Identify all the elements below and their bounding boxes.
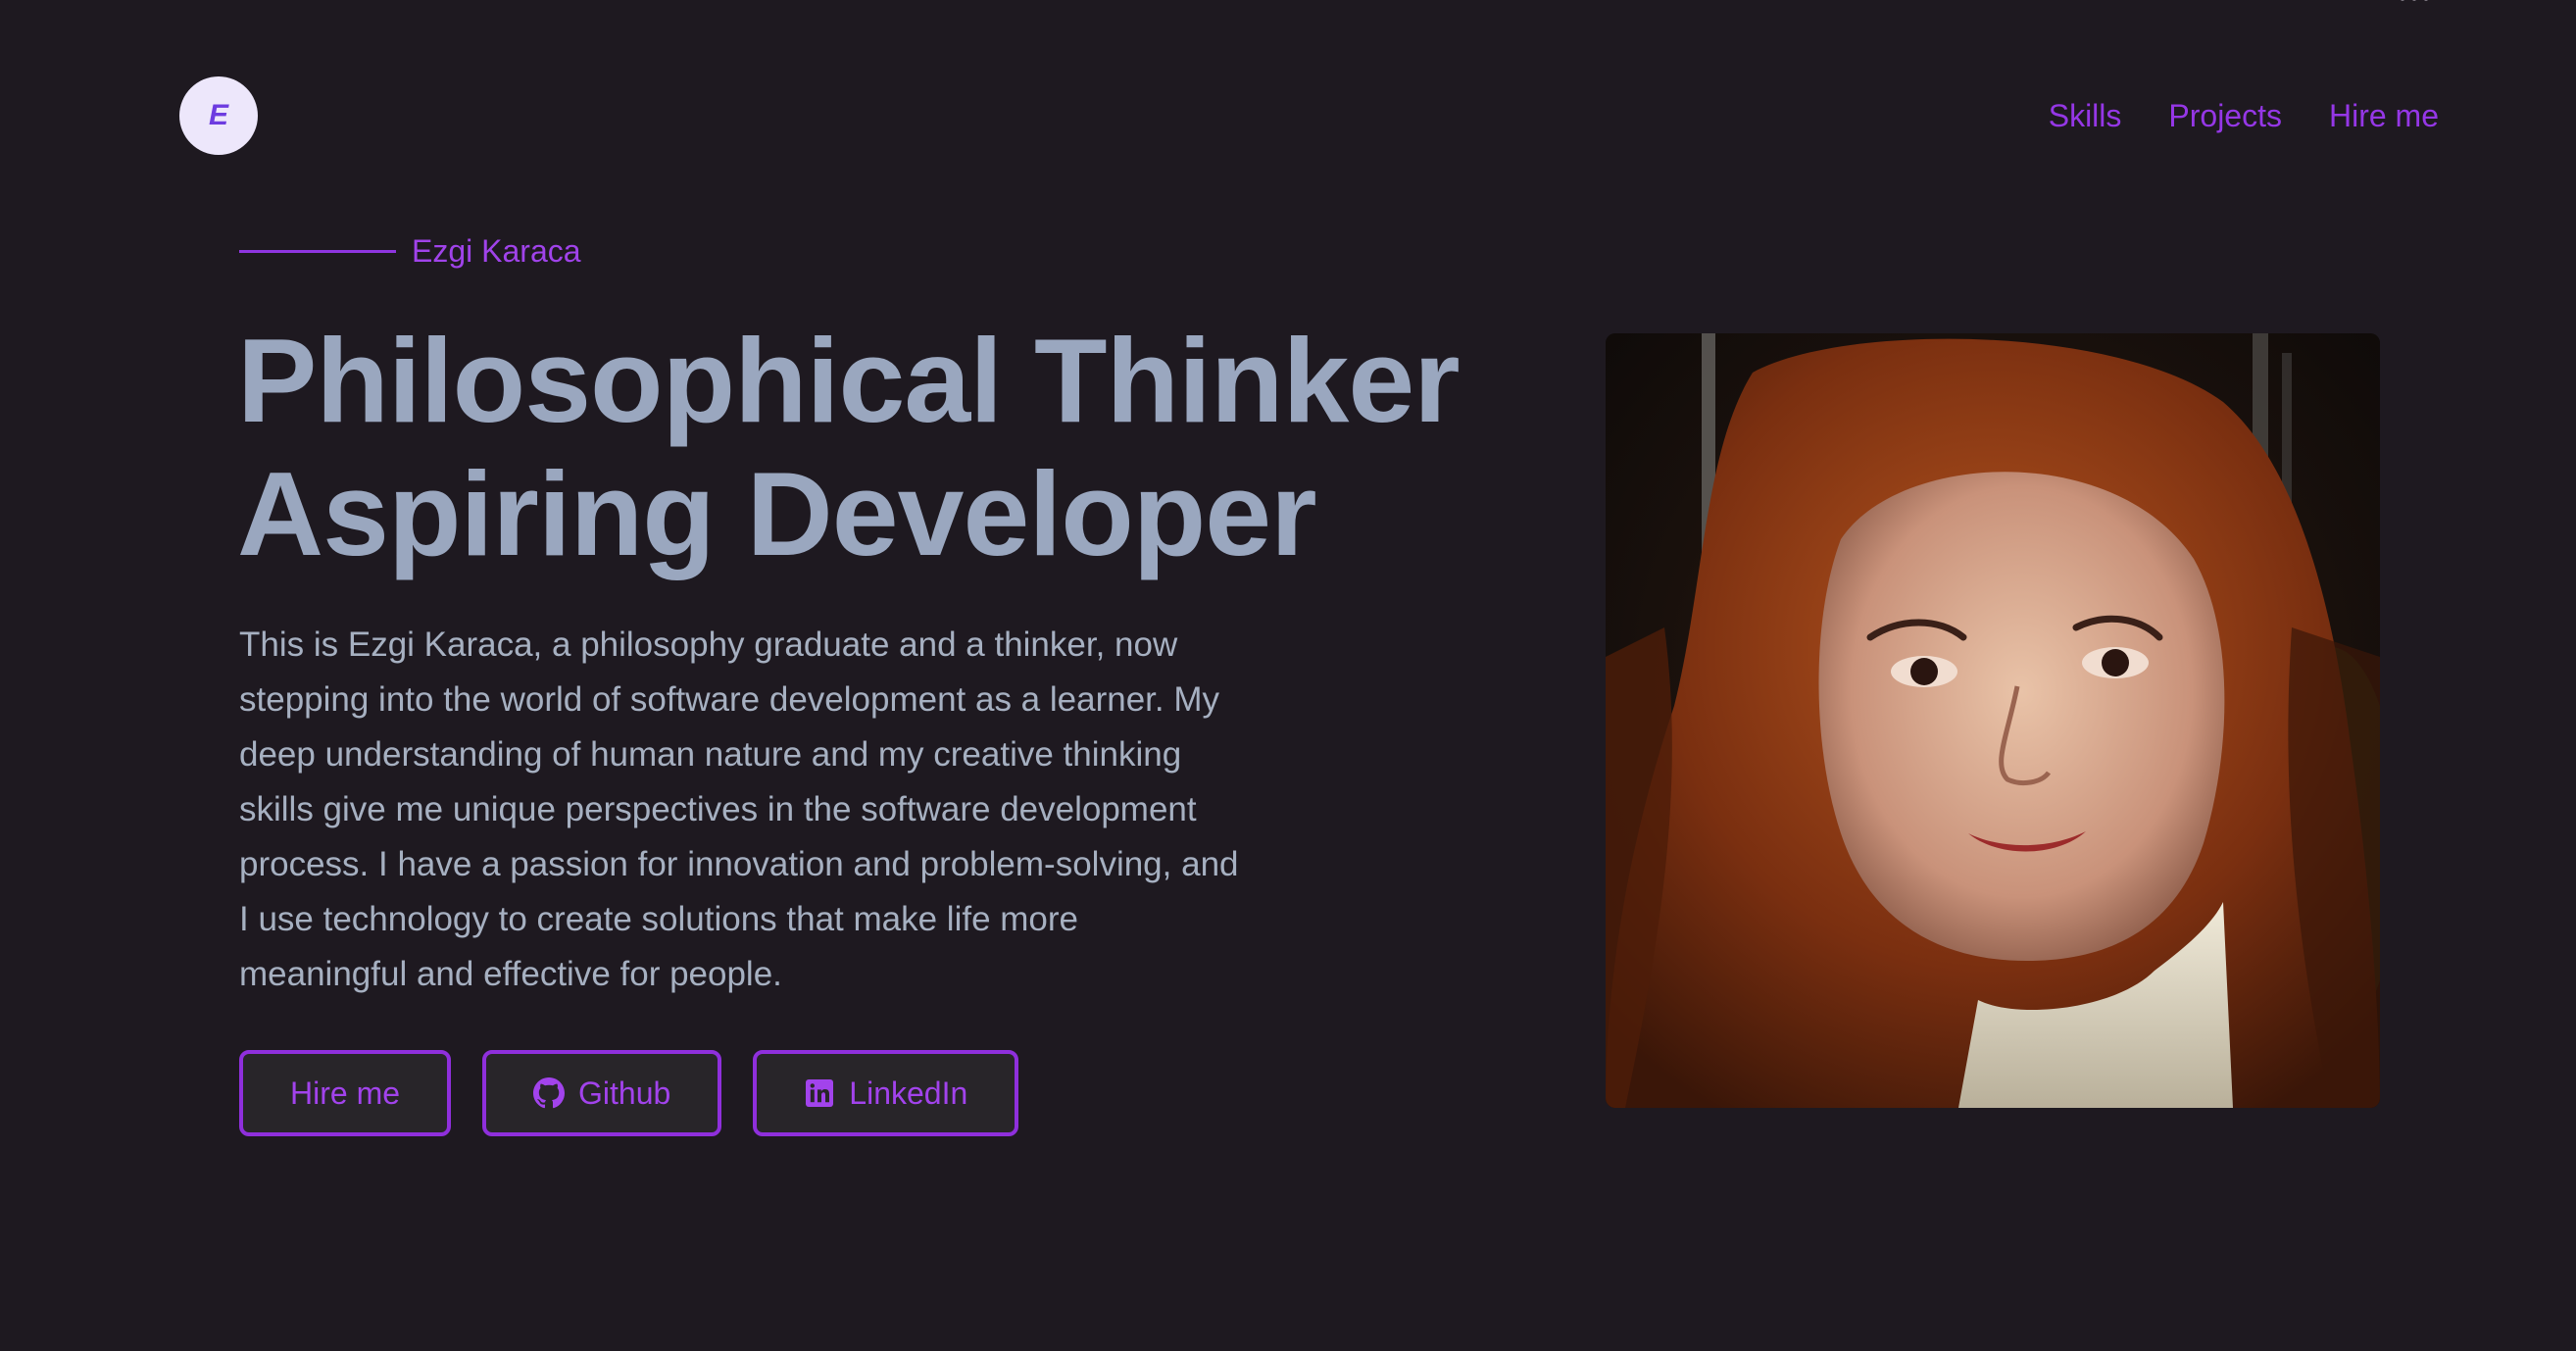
linkedin-button[interactable]: LinkedIn xyxy=(753,1050,1019,1136)
hero-bio: This is Ezgi Karaca, a philosophy gradua… xyxy=(239,625,1239,993)
hero-headline: Philosophical Thinker Aspiring Developer xyxy=(237,314,1511,580)
main-nav: Skills Projects Hire me xyxy=(2049,94,2439,137)
nav-skills[interactable]: Skills xyxy=(2049,94,2122,137)
github-label: Github xyxy=(578,1075,671,1111)
eyebrow: Ezgi Karaca xyxy=(239,229,581,273)
hero-actions: Hire me Github LinkedIn xyxy=(239,1050,1019,1136)
portrait-illustration xyxy=(1606,333,2380,1108)
github-icon xyxy=(533,1077,566,1109)
logo-avatar[interactable]: E xyxy=(179,76,258,155)
portrait-photo xyxy=(1606,333,2380,1108)
linkedin-icon xyxy=(804,1077,835,1109)
nav-projects[interactable]: Projects xyxy=(2168,94,2282,137)
eyebrow-divider xyxy=(239,249,396,253)
headline-line-1: Philosophical Thinker xyxy=(237,314,1461,447)
more-icon[interactable]: ··· xyxy=(2398,0,2441,13)
logo-letter: E xyxy=(208,99,228,131)
eyebrow-name: Ezgi Karaca xyxy=(412,233,581,269)
hire-me-button[interactable]: Hire me xyxy=(239,1050,452,1136)
hire-me-label: Hire me xyxy=(290,1075,401,1111)
nav-hire-me[interactable]: Hire me xyxy=(2329,94,2439,137)
github-button[interactable]: Github xyxy=(482,1050,722,1136)
linkedin-label: LinkedIn xyxy=(849,1075,968,1111)
headline-line-2: Aspiring Developer xyxy=(237,447,1317,580)
page: ··· E Skills Projects Hire me Ezgi Karac… xyxy=(0,0,2576,1351)
